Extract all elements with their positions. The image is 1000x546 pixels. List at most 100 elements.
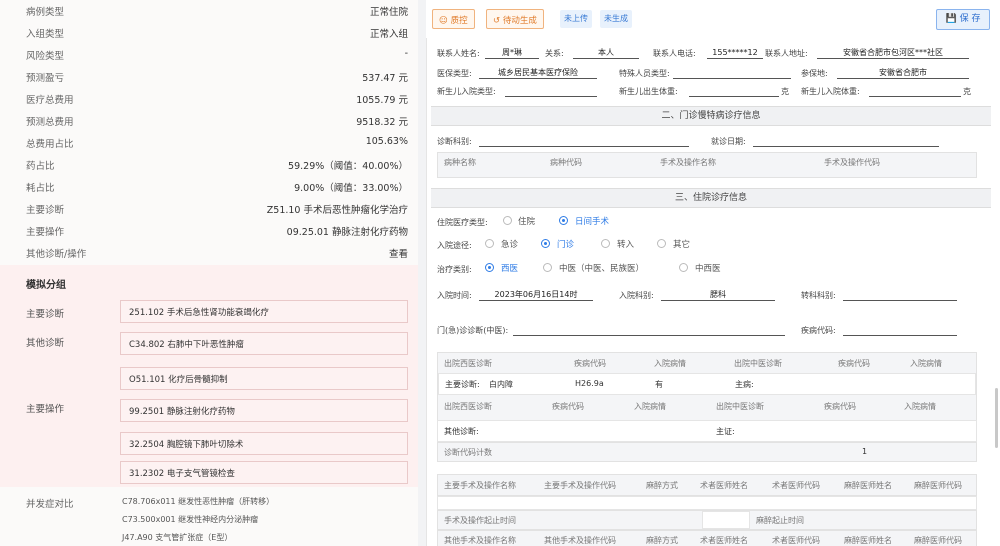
insurance-field[interactable]: 城乡居民基本医疗保险 <box>479 67 597 79</box>
main-diag-label: 主要诊断: <box>445 380 480 389</box>
care-type-option[interactable]: 住院 <box>518 215 535 227</box>
newborn-in-type-label: 新生儿入院类型: <box>437 87 496 96</box>
transfer-dept-label: 转科科别: <box>801 291 836 300</box>
admit-route-label: 入院途径: <box>437 241 472 250</box>
admit-route-option[interactable]: 其它 <box>673 238 690 250</box>
summary-value: 正常住院 <box>369 7 408 18</box>
drg-summary-panel: 病例类型 正常住院 入组类型 正常入组 风险类型 - 预测盈亏 537.47 元 医疗总… <box>0 0 418 546</box>
table-header: 入院病情 <box>634 402 666 411</box>
admit-dept-field[interactable]: 腮科 <box>661 289 775 301</box>
sim-other-diag[interactable]: O51.101 化疗后骨髓抑制 <box>120 367 408 390</box>
anes-time-label: 麻醉起止时间 <box>756 516 804 525</box>
view-other-link[interactable]: 查看 <box>389 246 408 260</box>
auto-generate-label: 待动生成 <box>502 16 537 26</box>
main-diag-condition[interactable]: 有 <box>655 379 663 390</box>
admit-route-radio[interactable] <box>601 239 610 248</box>
sim-main-op[interactable]: 99.2501 静脉注射化疗药物 <box>120 399 408 422</box>
summary-key: 药占比 <box>26 161 55 172</box>
main-diag-value[interactable]: 白内障 <box>489 379 513 390</box>
visit-date-field[interactable] <box>753 135 939 147</box>
treat-type-radio[interactable] <box>679 263 688 272</box>
main-diag-code[interactable]: H26.9a <box>575 379 604 388</box>
special-type-label: 特殊人员类型: <box>619 69 670 78</box>
contact-phone-field[interactable]: 155*****12 <box>707 47 763 59</box>
summary-key: 预测总费用 <box>26 117 74 128</box>
summary-row: 预测总费用 9518.32 元 <box>26 114 408 136</box>
summary-value: 59.29%（阈值：40.00%） <box>288 161 408 172</box>
summary-row: 病例类型 正常住院 <box>26 4 408 26</box>
newborn-birth-weight-label: 新生儿出生体重: <box>619 87 678 96</box>
disease-code-field[interactable] <box>843 324 957 336</box>
table-row: 主要诊断: 白内障 H26.9a 有 主病: <box>438 373 976 395</box>
main-disease-label: 主病: <box>735 380 754 389</box>
op-time-label: 手术及操作起止时间 <box>444 516 516 525</box>
op-time-field[interactable] <box>702 511 750 529</box>
sim-title: 模拟分组 <box>26 280 66 291</box>
admit-time-label: 入院时间: <box>437 291 472 300</box>
diag-dept-label: 诊断科别: <box>437 137 472 146</box>
admit-route-option[interactable]: 转入 <box>617 238 634 250</box>
summary-value: 正常入组 <box>369 29 408 40</box>
scrollbar[interactable] <box>995 388 998 448</box>
save-icon: 💾 <box>945 14 957 24</box>
summary-value: 9518.32 元 <box>356 117 408 128</box>
refresh-icon: ↺ <box>493 16 501 26</box>
admit-route-option[interactable]: 急诊 <box>501 238 518 250</box>
sim-main-op[interactable]: 31.2302 电子支气管镜检查 <box>120 461 408 484</box>
auto-generate-button[interactable]: ↺ 待动生成 <box>486 9 544 29</box>
table-header: 主要手术及操作代码 <box>544 481 616 490</box>
table-header: 疾病代码 <box>824 402 856 411</box>
table-header: 出院西医诊断 <box>444 402 492 411</box>
treat-type-radio[interactable] <box>485 263 494 272</box>
table-header: 麻醉医师代码 <box>914 481 962 490</box>
table-header: 麻醉医师姓名 <box>844 536 892 545</box>
newborn-in-type-field[interactable] <box>505 85 597 97</box>
summary-key: 总费用占比 <box>26 139 74 150</box>
summary-row: 医疗总费用 1055.79 元 <box>26 92 408 114</box>
admit-route-option[interactable]: 门诊 <box>557 238 574 250</box>
sim-other-diag[interactable]: C34.802 右肺中下叶恶性肿瘤 <box>120 332 408 355</box>
admit-route-radio[interactable] <box>541 239 550 248</box>
contact-name-field[interactable]: 周*琳 <box>485 47 539 59</box>
care-type-radio-inpatient[interactable] <box>503 216 512 225</box>
table-header: 术者医师代码 <box>772 536 820 545</box>
special-type-field[interactable] <box>673 67 791 79</box>
diag-dept-field[interactable] <box>479 135 689 147</box>
insurance-label: 医保类型: <box>437 69 472 78</box>
newborn-in-weight-field[interactable] <box>869 85 961 97</box>
treat-type-option[interactable]: 西医 <box>501 262 518 274</box>
transfer-dept-field[interactable] <box>843 289 957 301</box>
save-label: 保 存 <box>959 14 981 24</box>
newborn-birth-weight-field[interactable] <box>689 85 779 97</box>
treat-type-option[interactable]: 中医（中医、民族医） <box>559 262 644 274</box>
diag-count-row: 诊断代码计数 1 <box>437 442 977 462</box>
sim-main-op-label: 主要操作 <box>26 404 65 415</box>
treat-type-option[interactable]: 中西医 <box>695 262 721 274</box>
care-type-radio-day-surgery[interactable] <box>559 216 568 225</box>
quality-button[interactable]: ☺ 质控 <box>432 9 475 29</box>
complication-compare: 并发症对比 C78.706x011 继发性恶性肿瘤（肝转移） C73.500x0… <box>0 487 418 546</box>
admit-route-radio[interactable] <box>485 239 494 248</box>
upload-status-badge: 未上传 <box>560 10 592 28</box>
table-header: 手术及操作代码 <box>824 158 880 167</box>
treat-type-radio[interactable] <box>543 263 552 272</box>
table-header: 麻醉医师代码 <box>914 536 962 545</box>
table-header: 主要手术及操作名称 <box>444 481 516 490</box>
sim-main-op[interactable]: 32.2504 胸腔镜下肺叶切除术 <box>120 432 408 455</box>
admit-route-radio[interactable] <box>657 239 666 248</box>
outpatient-table: 病种名称 病种代码 手术及操作名称 手术及操作代码 <box>437 152 977 178</box>
table-header: 术者医师姓名 <box>700 481 748 490</box>
operation-row[interactable] <box>437 496 977 510</box>
contact-addr-field[interactable]: 安徽省合肥市包河区***社区 <box>817 47 969 59</box>
opd-diag-field[interactable] <box>513 324 785 336</box>
relation-field[interactable]: 本人 <box>573 47 639 59</box>
admit-time-field[interactable]: 2023年06月16日14时 <box>479 289 593 301</box>
care-type-option[interactable]: 日间手术 <box>575 215 609 227</box>
table-header: 出院中医诊断 <box>716 402 764 411</box>
table-header: 入院病情 <box>904 402 936 411</box>
sim-main-diag[interactable]: 251.102 手术后急性肾功能衰竭化疗 <box>120 300 408 323</box>
save-button[interactable]: 💾 保 存 <box>936 9 990 30</box>
diagnosis-table: 出院西医诊断 疾病代码 入院病情 出院中医诊断 疾病代码 入院病情 主要诊断: … <box>437 352 977 424</box>
insured-place-label: 参保地: <box>801 69 828 78</box>
insured-place-field[interactable]: 安徽省合肥市 <box>837 67 969 79</box>
